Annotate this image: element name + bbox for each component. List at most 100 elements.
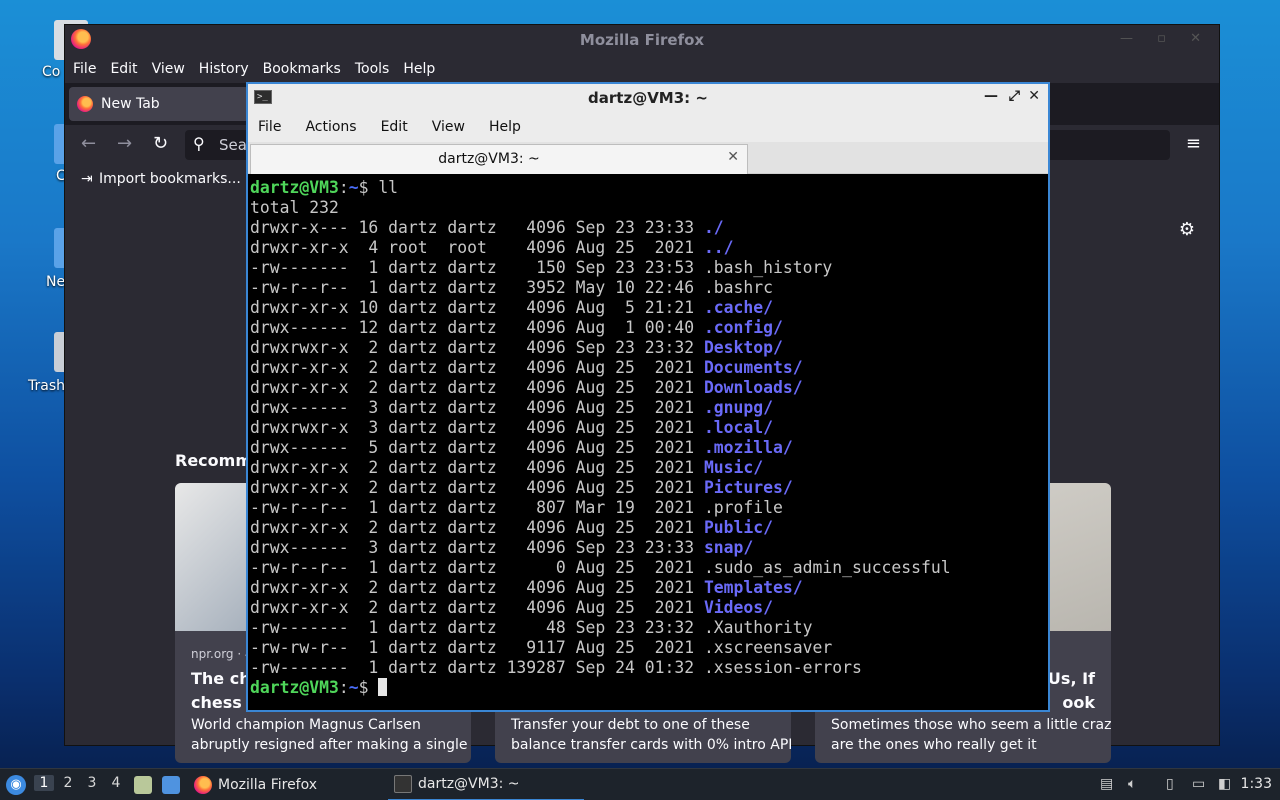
term-menu-view[interactable]: View xyxy=(432,119,465,135)
terminal-tab[interactable]: dartz@VM3: ~ ✕ xyxy=(250,144,748,174)
prompt-sep: : xyxy=(338,178,349,197)
task-terminal[interactable]: dartz@VM3: ~ xyxy=(388,769,584,800)
ls-entry: -rw-r--r-- 1 dartz dartz 0 Aug 25 2021 .… xyxy=(250,558,1048,578)
url-placeholder: Sea xyxy=(219,136,247,154)
start-menu-icon[interactable]: ◉ xyxy=(6,775,26,795)
terminal-output[interactable]: dartz@VM3:~$ ll total 232 drwxr-x--- 16 da… xyxy=(248,174,1048,710)
clipboard-icon[interactable]: ▯ xyxy=(1166,776,1174,792)
ls-entry: drwxrwxr-x 3 dartz dartz 4096 Aug 25 202… xyxy=(250,418,1048,438)
ls-entry: -rw-r--r-- 1 dartz dartz 3952 May 10 22:… xyxy=(250,278,1048,298)
reload-icon[interactable]: ↻ xyxy=(153,133,168,154)
firefox-menubar: File Edit View History Bookmarks Tools H… xyxy=(65,55,1219,83)
task-label: Mozilla Firefox xyxy=(218,777,318,793)
ls-entry-meta: drwxrwxr-x 2 dartz dartz 4096 Sep 23 23:… xyxy=(250,338,704,357)
menu-file[interactable]: File xyxy=(73,61,96,77)
file-manager-icon[interactable] xyxy=(134,776,152,794)
clock: 1:33 xyxy=(1240,776,1272,792)
ls-entry-meta: drwxr-xr-x 2 dartz dartz 4096 Aug 25 202… xyxy=(250,358,704,377)
ls-entry: -rw------- 1 dartz dartz 150 Sep 23 23:5… xyxy=(250,258,1048,278)
ls-entry-meta: -rw-r--r-- 1 dartz dartz 0 Aug 25 2021 xyxy=(250,558,704,577)
ls-entry-file-name: .bash_history xyxy=(703,258,833,277)
notification-icon[interactable]: ◧ xyxy=(1218,776,1231,792)
back-icon[interactable]: ← xyxy=(81,133,96,154)
workspace-2[interactable]: 2 xyxy=(58,775,78,791)
terminal-titlebar[interactable]: >_ dartz@VM3: ~ — ⤢ ✕ xyxy=(248,84,1048,112)
prompt-user: dartz@VM3 xyxy=(250,678,339,697)
ls-entry-meta: drwxrwxr-x 3 dartz dartz 4096 Aug 25 202… xyxy=(250,418,704,437)
prompt-user: dartz@VM3 xyxy=(250,178,339,197)
network-icon[interactable]: ▭ xyxy=(1192,776,1205,792)
maximize-icon[interactable]: ⤢ xyxy=(1009,88,1020,104)
ls-entry-meta: -rw-r--r-- 1 dartz dartz 807 Mar 19 2021 xyxy=(250,498,704,517)
prompt-path: ~ xyxy=(348,678,359,697)
text-cursor xyxy=(378,678,388,696)
menu-edit[interactable]: Edit xyxy=(110,61,137,77)
ls-entry-meta: drwx------ 12 dartz dartz 4096 Aug 1 00:… xyxy=(250,318,704,337)
tab-new-tab[interactable]: New Tab xyxy=(69,87,249,121)
term-menu-help[interactable]: Help xyxy=(489,119,521,135)
story-description: Sometimes those who seem a little crazy … xyxy=(831,717,1111,753)
ls-entry: drwxr-xr-x 2 dartz dartz 4096 Aug 25 202… xyxy=(250,598,1048,618)
ls-entry: drwxr-xr-x 4 root root 4096 Aug 25 2021 … xyxy=(250,238,1048,258)
story-source: npr.org · 4 xyxy=(191,647,253,661)
menu-view[interactable]: View xyxy=(152,61,185,77)
term-menu-file[interactable]: File xyxy=(258,119,281,135)
ls-entry: -rw-r--r-- 1 dartz dartz 807 Mar 19 2021… xyxy=(250,498,1048,518)
desktop-icon-label[interactable]: Trash xyxy=(28,378,65,394)
prompt-sep: : xyxy=(338,678,349,697)
ls-entry: -rw-rw-r-- 1 dartz dartz 9117 Aug 25 202… xyxy=(250,638,1048,658)
window-controls[interactable]: — ▫ ✕ xyxy=(1120,31,1211,46)
ls-entry: drwxrwxr-x 2 dartz dartz 4096 Sep 23 23:… xyxy=(250,338,1048,358)
menu-bookmarks[interactable]: Bookmarks xyxy=(263,61,341,77)
workspace-4[interactable]: 4 xyxy=(106,775,126,791)
ls-entry-dir-name: ./ xyxy=(703,218,724,237)
import-bookmarks-link[interactable]: Import bookmarks... xyxy=(99,171,241,187)
minimize-icon[interactable]: — xyxy=(984,88,998,104)
desktop-icon-label[interactable]: Ne xyxy=(46,274,65,290)
task-firefox[interactable]: Mozilla Firefox xyxy=(194,769,317,800)
gear-icon[interactable]: ⚙ xyxy=(1179,219,1195,240)
desktop-icon-label[interactable]: Co xyxy=(42,64,60,80)
ls-entry-meta: -rw-rw-r-- 1 dartz dartz 9117 Aug 25 202… xyxy=(250,638,704,657)
volume-icon[interactable]: 🔈︎ xyxy=(1128,776,1136,792)
ls-entry-dir-name: .gnupg/ xyxy=(703,398,774,417)
term-menu-edit[interactable]: Edit xyxy=(381,119,408,135)
workspace-3[interactable]: 3 xyxy=(82,775,102,791)
ls-entry-meta: drwxr-xr-x 2 dartz dartz 4096 Aug 25 202… xyxy=(250,598,704,617)
menu-hamburger-icon[interactable]: ≡ xyxy=(1186,133,1201,154)
firefox-titlebar[interactable]: Mozilla Firefox — ▫ ✕ xyxy=(65,25,1219,55)
prompt-path: ~ xyxy=(348,178,359,197)
ls-entry-dir-name: .config/ xyxy=(703,318,783,337)
ls-entry-meta: -rw------- 1 dartz dartz 150 Sep 23 23:5… xyxy=(250,258,704,277)
show-desktop-icon[interactable] xyxy=(162,776,180,794)
terminal-window-title: dartz@VM3: ~ xyxy=(588,89,708,107)
ls-entry-dir-name: snap/ xyxy=(703,538,754,557)
workspace-1[interactable]: 1 xyxy=(34,775,54,791)
ls-entry-dir-name: Desktop/ xyxy=(703,338,783,357)
tab-close-icon[interactable]: ✕ xyxy=(727,149,739,165)
ls-entry: -rw------- 1 dartz dartz 139287 Sep 24 0… xyxy=(250,658,1048,678)
menu-help[interactable]: Help xyxy=(403,61,435,77)
ls-entry: drwxr-x--- 16 dartz dartz 4096 Sep 23 23… xyxy=(250,218,1048,238)
menu-history[interactable]: History xyxy=(199,61,249,77)
forward-icon[interactable]: → xyxy=(117,133,132,154)
term-menu-actions[interactable]: Actions xyxy=(305,119,356,135)
ls-entry: drwxr-xr-x 2 dartz dartz 4096 Aug 25 202… xyxy=(250,358,1048,378)
close-icon[interactable]: ✕ xyxy=(1028,88,1040,104)
ls-entry-meta: drwxr-xr-x 2 dartz dartz 4096 Aug 25 202… xyxy=(250,458,704,477)
story-description: Transfer your debt to one of these balan… xyxy=(511,717,791,753)
ls-entry-dir-name: Templates/ xyxy=(703,578,803,597)
ls-entry: drwxr-xr-x 2 dartz dartz 4096 Aug 25 202… xyxy=(250,458,1048,478)
ls-entry-dir-name: .local/ xyxy=(703,418,774,437)
ls-entry-meta: -rw------- 1 dartz dartz 139287 Sep 24 0… xyxy=(250,658,704,677)
ls-entry-meta: drwxr-xr-x 2 dartz dartz 4096 Aug 25 202… xyxy=(250,518,704,537)
updates-icon[interactable]: ▤ xyxy=(1100,776,1113,792)
ls-entry-file-name: .xscreensaver xyxy=(703,638,833,657)
ls-entry-meta: drwxr-xr-x 2 dartz dartz 4096 Aug 25 202… xyxy=(250,478,704,497)
menu-tools[interactable]: Tools xyxy=(355,61,390,77)
import-icon: ⇥ xyxy=(81,171,93,187)
terminal-tabbar: dartz@VM3: ~ ✕ xyxy=(248,142,1048,174)
ls-entry-file-name: .profile xyxy=(703,498,783,517)
ls-entry-file-name: .sudo_as_admin_successful xyxy=(703,558,951,577)
ls-entry-meta: drwx------ 5 dartz dartz 4096 Aug 25 202… xyxy=(250,438,704,457)
